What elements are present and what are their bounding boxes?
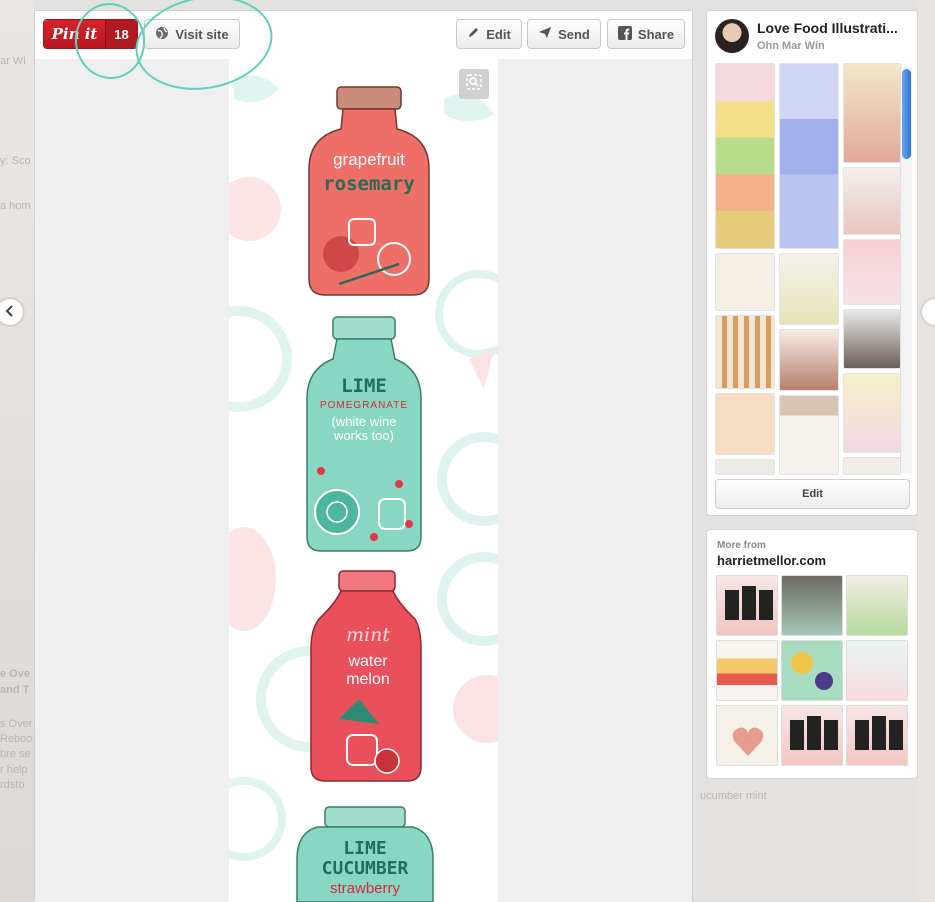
board-pin-thumb[interactable]	[779, 395, 839, 475]
background-text: y: Sco	[0, 155, 31, 167]
background-text: bre se	[0, 748, 31, 760]
background-right-column	[918, 0, 935, 901]
edit-button[interactable]: Edit	[456, 19, 522, 49]
send-label: Send	[558, 26, 590, 42]
edit-label: Edit	[486, 26, 511, 42]
more-from-thumb[interactable]	[846, 705, 908, 766]
pin-toolbar: Pin it 18 Visit site Edit Send Share	[35, 11, 692, 60]
more-from-thumb[interactable]	[781, 575, 843, 636]
more-from-thumb[interactable]	[846, 575, 908, 636]
background-text: r help	[0, 764, 28, 776]
background-text: a hom	[0, 200, 31, 212]
board-panel: Love Food Illustrati... Ohn Mar Win Edit	[706, 10, 918, 516]
background-text: e Ove	[0, 668, 30, 680]
background-text: s Over	[0, 718, 33, 730]
more-from-thumb[interactable]	[846, 640, 908, 701]
board-pin-thumb[interactable]	[779, 329, 839, 391]
more-from-thumb[interactable]	[716, 575, 778, 636]
bottle-caption: POMEGRANATE	[319, 400, 409, 411]
board-pin-thumb[interactable]	[715, 459, 775, 475]
zoom-button[interactable]	[459, 69, 489, 99]
bottle-caption: LIME	[341, 375, 387, 397]
share-label: Share	[637, 26, 675, 42]
more-from-label: More from	[717, 540, 766, 551]
bottle-caption: CUCUMBER	[321, 858, 409, 879]
board-title[interactable]: Love Food Illustrati...	[757, 20, 907, 36]
pin-it-label: Pin it	[44, 20, 105, 48]
scroll-thumb[interactable]	[902, 69, 911, 159]
board-pin-thumb[interactable]	[843, 239, 901, 305]
background-text: and T	[0, 684, 30, 696]
board-scrollbar[interactable]	[900, 67, 912, 473]
more-from-thumb[interactable]	[716, 640, 778, 701]
more-from-site[interactable]: harrietmellor.com	[717, 553, 826, 568]
bottle-caption: mint	[346, 624, 390, 646]
send-button[interactable]: Send	[527, 19, 601, 49]
more-from-thumb[interactable]	[716, 705, 778, 766]
board-header[interactable]: Love Food Illustrati... Ohn Mar Win	[715, 19, 910, 59]
bottle-caption: (white wine works too)	[331, 414, 397, 444]
share-button[interactable]: Share	[607, 19, 685, 49]
repin-count: 18	[105, 20, 137, 48]
board-pin-thumb[interactable]	[715, 393, 775, 455]
board-pin-thumb[interactable]	[843, 373, 901, 453]
more-from-panel: More from harrietmellor.com	[706, 529, 918, 779]
pin-closeup-card: Pin it 18 Visit site Edit Send Share gra…	[34, 0, 693, 902]
bottle-caption: water melon	[346, 653, 390, 688]
more-from-thumb[interactable]	[781, 640, 843, 701]
paper-plane-icon	[538, 26, 552, 42]
background-text: rdsto	[0, 779, 25, 791]
bottle-caption: strawberry	[329, 880, 400, 897]
visit-site-label: Visit site	[175, 26, 229, 42]
board-pin-thumb[interactable]	[843, 309, 901, 369]
board-owner[interactable]: Ohn Mar Win	[757, 40, 825, 52]
board-pin-thumb[interactable]	[715, 253, 775, 311]
bottle-caption: rosemary	[323, 173, 415, 195]
board-pin-thumb[interactable]	[843, 63, 901, 163]
board-edit-button[interactable]: Edit	[715, 479, 910, 509]
background-text: Reboo	[0, 733, 33, 745]
pin-it-button[interactable]: Pin it 18	[43, 19, 138, 49]
background-text: ar Wi	[0, 55, 26, 67]
board-pins-grid	[715, 63, 901, 475]
pencil-icon	[467, 26, 480, 42]
board-pin-thumb[interactable]	[843, 457, 901, 475]
board-pin-thumb[interactable]	[715, 315, 775, 389]
avatar[interactable]	[715, 19, 749, 53]
bottle-caption: grapefruit	[333, 150, 405, 169]
facebook-icon	[617, 25, 632, 43]
board-pin-thumb[interactable]	[779, 253, 839, 325]
bottle-caption: LIME	[343, 838, 387, 859]
chevron-left-icon	[5, 304, 15, 320]
board-pin-thumb[interactable]	[715, 63, 775, 249]
board-pin-thumb[interactable]	[779, 63, 839, 249]
pin-image[interactable]: grapefruit rosemary LIME POMEGRANATE (wh…	[229, 59, 498, 902]
globe-icon	[155, 26, 169, 43]
more-from-thumb[interactable]	[781, 705, 843, 766]
background-text: ucumber mint	[700, 790, 767, 802]
pin-image-area: grapefruit rosemary LIME POMEGRANATE (wh…	[35, 59, 692, 902]
visit-site-button[interactable]: Visit site	[144, 19, 240, 49]
board-pin-thumb[interactable]	[843, 167, 901, 235]
zoom-icon	[466, 73, 482, 95]
